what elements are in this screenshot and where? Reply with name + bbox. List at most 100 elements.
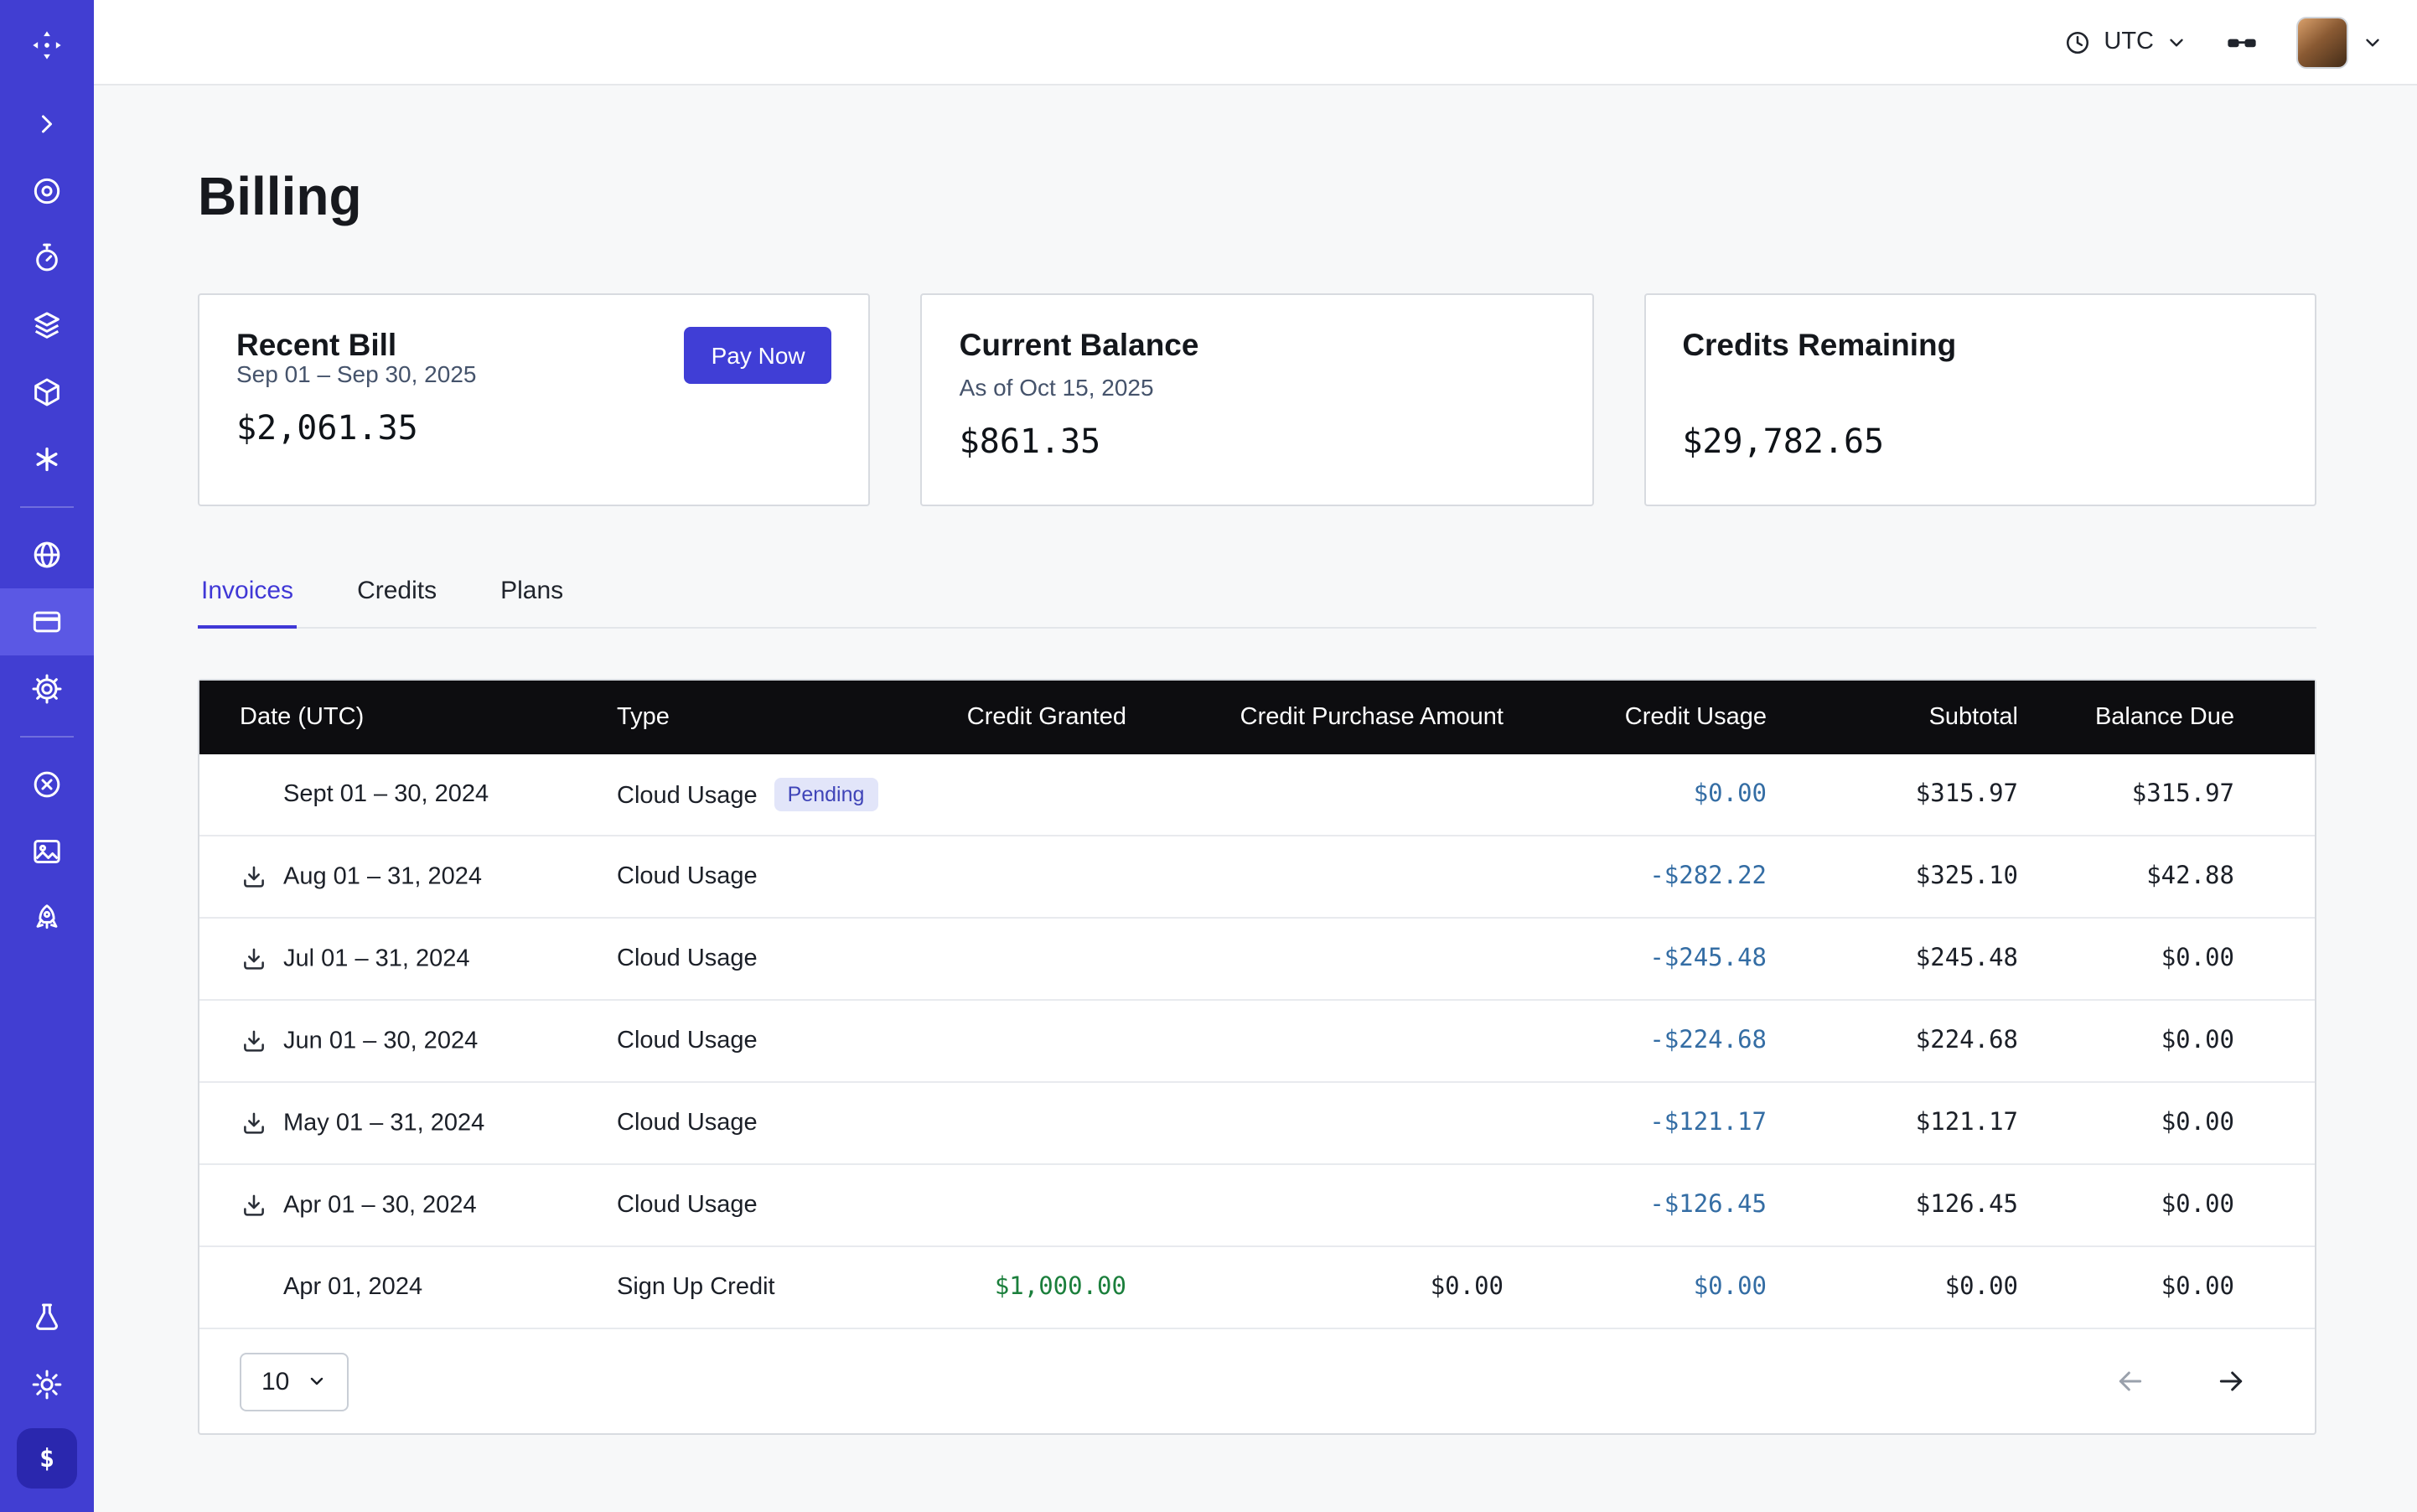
table-row: May 01 – 31, 2024Cloud Usage-$121.17$121… (199, 1082, 2315, 1164)
credit-granted-cell (919, 918, 1160, 1000)
settings-gear-icon[interactable] (0, 655, 94, 722)
user-avatar (2296, 16, 2348, 68)
column-header: Date (UTC) (199, 681, 617, 754)
sidebar: $ (0, 0, 94, 1512)
subtotal-cell: $121.17 (1800, 1082, 2052, 1164)
card-title: Credits Remaining (1682, 327, 1956, 364)
collapse-sidebar-icon[interactable] (0, 91, 94, 158)
timezone-label: UTC (2104, 28, 2154, 55)
credit-granted-cell (919, 836, 1160, 918)
sun-icon[interactable] (0, 1351, 94, 1418)
summary-cards: Recent Bill Pay Now Sep 01 – Sep 30, 202… (198, 293, 2316, 506)
column-header: Balance Due (2052, 681, 2315, 754)
balance-due-cell: $315.97 (2052, 754, 2315, 836)
download-invoice-icon[interactable] (240, 1191, 283, 1219)
rocket-icon[interactable] (0, 885, 94, 952)
invoice-date: Apr 01 – 30, 2024 (283, 1192, 477, 1219)
timer-icon[interactable] (0, 225, 94, 292)
balance-due-cell: $0.00 (2052, 918, 2315, 1000)
user-menu[interactable] (2296, 16, 2383, 68)
credit-purchase-cell (1160, 918, 1537, 1000)
download-invoice-icon[interactable] (240, 1027, 283, 1055)
dollar-icon[interactable]: $ (17, 1428, 77, 1489)
credit-usage-cell: -$282.22 (1537, 836, 1800, 918)
download-invoice-icon[interactable] (240, 1109, 283, 1137)
credit-usage-cell: $0.00 (1537, 754, 1800, 836)
credit-granted-cell (919, 1000, 1160, 1082)
subtotal-cell: $245.48 (1800, 918, 2052, 1000)
download-invoice-icon[interactable] (240, 945, 283, 973)
cube-icon[interactable] (0, 359, 94, 426)
chevron-down-icon (306, 1371, 326, 1391)
next-page-icon[interactable] (2214, 1364, 2248, 1398)
cluster-icon[interactable] (0, 751, 94, 818)
billing-tabs: Invoices Credits Plans (198, 560, 2316, 629)
invoice-type: Cloud Usage (617, 863, 758, 890)
sidebar-divider (20, 736, 74, 738)
tab-credits[interactable]: Credits (354, 560, 440, 629)
card-title: Current Balance (960, 327, 1199, 364)
tab-invoices[interactable]: Invoices (198, 560, 297, 629)
glasses-icon[interactable] (2224, 24, 2259, 60)
download-invoice-icon[interactable] (240, 862, 283, 891)
table-row: Apr 01 – 30, 2024Cloud Usage-$126.45$126… (199, 1164, 2315, 1246)
subtotal-cell: $126.45 (1800, 1164, 2052, 1246)
current-balance-card: Current Balance As of Oct 15, 2025 $861.… (921, 293, 1594, 506)
page-title: Billing (198, 163, 2316, 230)
column-header: Credit Granted (919, 681, 1160, 754)
clock-icon (2063, 28, 2092, 56)
page-size-select[interactable]: 10 (240, 1352, 348, 1411)
subtotal-cell: $0.00 (1800, 1246, 2052, 1328)
column-header: Subtotal (1800, 681, 2052, 754)
credit-purchase-cell (1160, 1082, 1537, 1164)
asterisk-icon[interactable] (0, 426, 94, 493)
table-row: Apr 01, 2024Sign Up Credit$1,000.00$0.00… (199, 1246, 2315, 1328)
credit-granted-cell (919, 754, 1160, 836)
credit-purchase-cell (1160, 754, 1537, 836)
pagination-controls (2114, 1364, 2248, 1398)
balance-due-cell: $0.00 (2052, 1246, 2315, 1328)
pay-now-button[interactable]: Pay Now (685, 327, 832, 384)
timezone-selector[interactable]: UTC (2063, 28, 2187, 56)
credits-remaining-card: Credits Remaining $29,782.65 (1643, 293, 2316, 506)
invoice-type: Cloud Usage (617, 945, 758, 972)
invoice-type: Cloud Usage (617, 1028, 758, 1054)
target-icon[interactable] (0, 158, 94, 225)
card-subtitle (1682, 374, 2278, 404)
previous-page-icon[interactable] (2114, 1364, 2147, 1398)
globe-icon[interactable] (0, 521, 94, 588)
table-header-row: Date (UTC) Type Credit Granted Credit Pu… (199, 681, 2315, 754)
image-icon[interactable] (0, 818, 94, 885)
invoice-date: Jul 01 – 31, 2024 (283, 945, 470, 972)
table-footer: 10 (199, 1329, 2315, 1433)
invoice-date: Aug 01 – 31, 2024 (283, 863, 482, 890)
dollar-glyph: $ (39, 1443, 54, 1473)
invoices-table: Date (UTC) Type Credit Granted Credit Pu… (198, 679, 2316, 1435)
sidebar-item-billing[interactable] (0, 588, 94, 655)
subtotal-cell: $325.10 (1800, 836, 2052, 918)
table-row: Sept 01 – 30, 2024Cloud UsagePending$0.0… (199, 754, 2315, 836)
credit-usage-cell: $0.00 (1537, 1246, 1800, 1328)
table-row: Aug 01 – 31, 2024 Cloud Usage -$282.22$325… (199, 836, 2315, 918)
page-size-value: 10 (261, 1367, 289, 1395)
credit-purchase-cell: $0.00 (1160, 1246, 1537, 1328)
invoice-date: Apr 01, 2024 (283, 1274, 422, 1301)
flask-icon[interactable] (0, 1284, 94, 1351)
credit-granted-cell (919, 1082, 1160, 1164)
credit-usage-cell: -$224.68 (1537, 1000, 1800, 1082)
tab-plans[interactable]: Plans (497, 560, 567, 629)
logo-icon[interactable] (0, 0, 94, 91)
invoice-type: Sign Up Credit (617, 1274, 775, 1301)
invoice-date: May 01 – 31, 2024 (283, 1110, 484, 1137)
content-area: UTC Billing Recent Bill (94, 0, 2417, 1512)
card-amount: $2,061.35 (236, 407, 832, 448)
layers-icon[interactable] (0, 292, 94, 359)
column-header: Type (617, 681, 919, 754)
table-row: Jul 01 – 31, 2024Cloud Usage-$245.48$245… (199, 918, 2315, 1000)
invoice-date: Sept 01 – 30, 2024 (283, 781, 489, 808)
credit-granted-cell (919, 1164, 1160, 1246)
sidebar-divider (20, 506, 74, 508)
column-header: Credit Usage (1537, 681, 1800, 754)
main-panel: Billing Recent Bill Pay Now Sep 01 – Sep… (94, 85, 2417, 1512)
credit-granted-cell: $1,000.00 (919, 1246, 1160, 1328)
